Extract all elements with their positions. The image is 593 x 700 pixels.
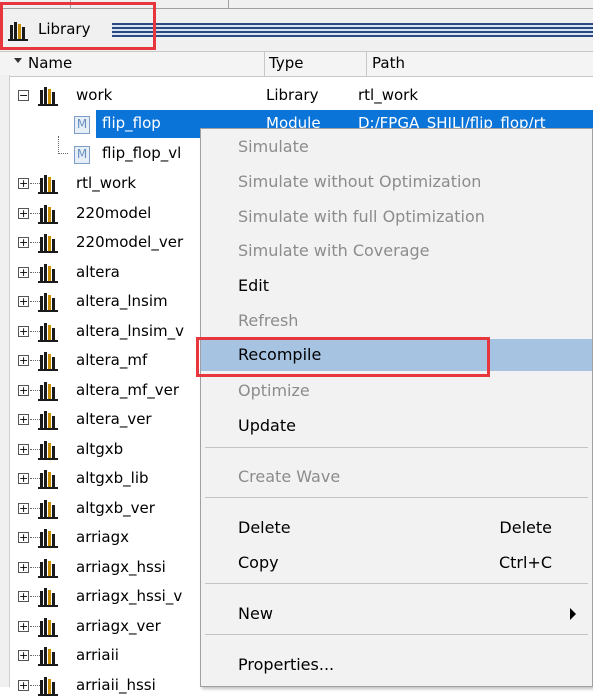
expand-toggle-icon[interactable]: +: [18, 443, 29, 455]
titlebar-grip: [112, 23, 593, 37]
expand-toggle-icon[interactable]: +: [18, 266, 29, 278]
tree-item-label: altera_mf_ver: [76, 380, 179, 399]
tree-item-label: arriagx_ver: [76, 616, 161, 635]
tree-item-label: altgxb_ver: [76, 498, 155, 517]
tree-item-label: arriagx_hssi_v: [76, 587, 183, 605]
tree-item-label: arriaii: [76, 646, 119, 664]
menu-item-simulate-without-optimization[interactable]: Simulate without Optimization: [201, 166, 592, 198]
tree-item-label: 220model: [76, 203, 152, 222]
tree-item-label: altera_mf: [76, 351, 148, 369]
tree-item-label: altgxb: [76, 439, 124, 458]
tree-item-path: rtl_work: [358, 86, 419, 104]
library-books-icon: [38, 263, 58, 283]
column-path-header[interactable]: Path: [372, 54, 405, 72]
annotation-box-recompile: [196, 337, 490, 377]
expand-toggle-icon[interactable]: +: [18, 355, 29, 366]
tree-item-label: arriaii_hssi: [76, 675, 156, 694]
tree-item-label: rtl_work: [76, 174, 137, 192]
expand-toggle-icon[interactable]: +: [18, 414, 29, 425]
menu-separator: [205, 634, 588, 635]
menu-item-new[interactable]: New: [201, 598, 592, 630]
left-rail: [0, 75, 10, 687]
context-menu: Simulate Simulate without Optimization S…: [200, 128, 593, 687]
expand-toggle-icon[interactable]: +: [18, 591, 29, 602]
menu-separator: [205, 447, 588, 448]
tree-item-label: work: [76, 86, 113, 104]
tree-item-label: altera_lnsim_v: [76, 321, 184, 340]
library-books-icon: [38, 647, 58, 666]
expand-toggle-icon[interactable]: +: [18, 532, 29, 543]
library-books-icon: [38, 204, 58, 224]
library-books-icon: [38, 470, 58, 489]
shortcut-label: Delete: [499, 518, 552, 537]
tree-item-type: Library: [266, 86, 319, 104]
library-books-icon: [38, 529, 58, 548]
menu-item-refresh[interactable]: Refresh: [201, 305, 592, 337]
expand-toggle-icon[interactable]: +: [18, 473, 29, 484]
collapse-toggle-icon[interactable]: −: [18, 90, 29, 101]
library-books-icon: [38, 381, 58, 401]
menu-item-simulate[interactable]: Simulate: [201, 131, 592, 163]
library-books-icon: [38, 588, 58, 607]
library-books-icon: [38, 440, 58, 460]
tree-item-label: flip_flop_vl: [102, 144, 182, 162]
expand-toggle-icon[interactable]: +: [18, 325, 29, 337]
menu-item-edit[interactable]: Edit: [201, 270, 592, 302]
menu-item-optimize[interactable]: Optimize: [201, 375, 592, 407]
tree-item-label: flip_flop: [102, 114, 161, 132]
tree-item-label: arriagx: [76, 528, 130, 546]
tree-row-work[interactable]: − work Library rtl_work: [10, 82, 593, 110]
menu-item-update[interactable]: Update: [201, 410, 592, 442]
menu-item-properties[interactable]: Properties...: [201, 649, 592, 681]
library-books-icon: [38, 617, 58, 637]
menu-separator: [205, 583, 588, 584]
menu-item-delete[interactable]: Delete Delete: [201, 512, 592, 544]
expand-toggle-icon[interactable]: +: [18, 620, 29, 632]
annotation-box-library-title: [0, 2, 156, 50]
menu-item-copy[interactable]: Copy Ctrl+C: [201, 547, 592, 579]
expand-toggle-icon[interactable]: +: [18, 502, 29, 514]
module-file-icon: M: [74, 116, 90, 134]
expand-toggle-icon[interactable]: +: [18, 679, 29, 691]
menu-item-simulate-full-optimization[interactable]: Simulate with full Optimization: [201, 201, 592, 233]
column-type-header[interactable]: Type: [269, 54, 303, 72]
tree-item-label: arriagx_hssi: [76, 557, 166, 576]
library-books-icon: [38, 293, 58, 312]
expand-toggle-icon[interactable]: +: [18, 561, 29, 573]
submenu-arrow-icon: [570, 608, 576, 620]
menu-separator: [205, 497, 588, 498]
library-books-icon: [38, 411, 58, 430]
library-books-icon: [38, 676, 58, 696]
library-books-icon: [38, 499, 58, 519]
expand-toggle-icon[interactable]: +: [18, 207, 29, 219]
sort-indicator-icon: [14, 58, 22, 63]
library-books-icon: [38, 322, 58, 342]
menu-item-simulate-with-coverage[interactable]: Simulate with Coverage: [201, 235, 592, 267]
tree-item-label: altera_lnsim: [76, 292, 168, 310]
library-books-icon: [38, 234, 58, 253]
library-books-icon: [38, 87, 58, 106]
module-file-icon: M: [74, 146, 90, 164]
shortcut-label: Ctrl+C: [498, 553, 552, 572]
library-books-icon: [38, 175, 58, 194]
expand-toggle-icon[interactable]: +: [18, 237, 29, 248]
expand-toggle-icon[interactable]: +: [18, 384, 29, 396]
tree-item-label: altera: [76, 262, 120, 281]
expand-toggle-icon[interactable]: +: [18, 178, 29, 189]
library-books-icon: [38, 558, 58, 578]
library-books-icon: [38, 352, 58, 371]
expand-toggle-icon[interactable]: +: [18, 296, 29, 307]
expand-toggle-icon[interactable]: +: [18, 650, 29, 661]
tree-item-label: altgxb_lib: [76, 469, 149, 487]
tree-item-label: altera_ver: [76, 410, 152, 428]
tree-item-label: 220model_ver: [76, 233, 184, 251]
menu-item-create-wave[interactable]: Create Wave: [201, 461, 592, 493]
column-name-header[interactable]: Name: [28, 54, 72, 72]
column-header: Name Type Path: [0, 51, 593, 77]
